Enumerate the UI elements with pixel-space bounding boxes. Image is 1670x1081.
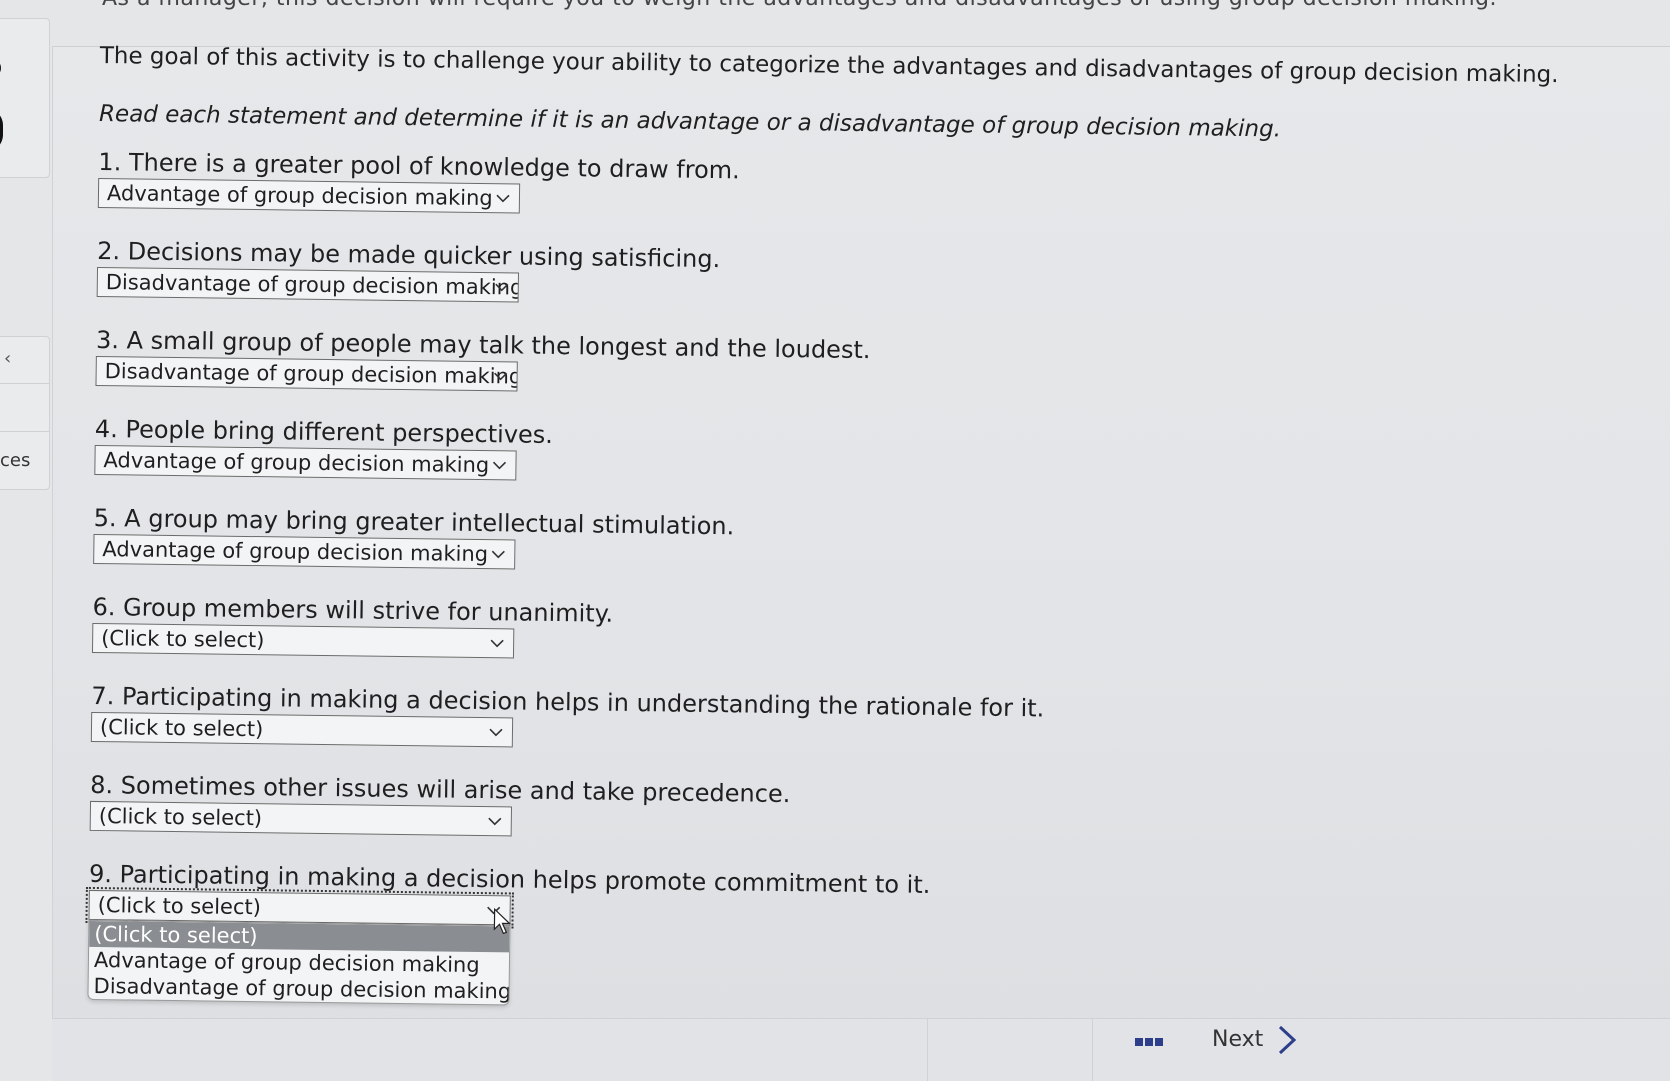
chevron-down-icon: [494, 372, 508, 381]
answer-select-7[interactable]: (Click to select): [90, 711, 514, 748]
answer-select-4[interactable]: Advantage of group decision making: [94, 444, 517, 481]
chevron-down-icon: [496, 194, 510, 203]
answer-select-3[interactable]: Disadvantage of group decision making: [95, 355, 518, 392]
activity-instruction: Read each statement and determine if it …: [98, 100, 1282, 143]
select-value: Advantage of group decision making: [103, 448, 490, 478]
select-value: (Click to select): [99, 715, 264, 742]
chevron-left-icon[interactable]: ‹: [4, 348, 11, 369]
select-value: (Click to select): [101, 626, 265, 653]
next-button[interactable]: Next: [1212, 1027, 1263, 1052]
question-item: 9. Participating in making a decision he…: [85, 858, 1609, 1006]
select-value: (Click to select): [97, 893, 262, 920]
sidebar-progress-card[interactable]: [0, 18, 50, 178]
chevron-down-icon: [489, 728, 503, 737]
answer-select-6[interactable]: (Click to select): [91, 622, 515, 659]
progress-indicator: [0, 109, 3, 151]
chevron-down-icon: [491, 550, 505, 559]
sidebar-item-resources[interactable]: ces: [0, 450, 30, 471]
select-value: (Click to select): [98, 804, 263, 831]
left-sidebar: ‹ ces: [0, 0, 53, 1080]
answer-select-1[interactable]: Advantage of group decision making: [97, 177, 521, 214]
question-header: As a manager, this decision will require…: [52, 0, 1670, 47]
chevron-down-icon: [495, 283, 509, 292]
activity-intro: The goal of this activity is to challeng…: [99, 42, 1559, 89]
select-value: Advantage of group decision making: [102, 537, 489, 567]
answer-select-8[interactable]: (Click to select): [89, 800, 513, 837]
grid-icon[interactable]: [1135, 1031, 1165, 1046]
select-value: Disadvantage of group decision making: [105, 270, 519, 300]
bottom-navigation-bar: Next: [52, 1018, 1670, 1081]
activity-content: The goal of this activity is to challeng…: [85, 40, 1620, 1006]
select-value: Disadvantage of group decision making: [104, 359, 518, 389]
select-value: Advantage of group decision making: [106, 181, 493, 211]
dropdown-option[interactable]: Disadvantage of group decision making: [88, 973, 510, 1004]
chevron-right-icon[interactable]: [1274, 1025, 1298, 1055]
answer-select-5[interactable]: Advantage of group decision making: [93, 533, 516, 570]
mouse-cursor-icon: [493, 907, 511, 935]
question-list: 1. There is a greater pool of knowledge …: [85, 146, 1618, 1006]
progress-indicator: [0, 59, 1, 77]
dropdown-options-list: (Click to select) Advantage of group dec…: [87, 919, 511, 1006]
chevron-down-icon: [490, 639, 504, 648]
chevron-down-icon: [492, 461, 507, 470]
answer-select-2[interactable]: Disadvantage of group decision making: [96, 266, 519, 303]
header-clipped-text: As a manager, this decision will require…: [102, 0, 1497, 11]
chevron-down-icon: [488, 817, 502, 826]
